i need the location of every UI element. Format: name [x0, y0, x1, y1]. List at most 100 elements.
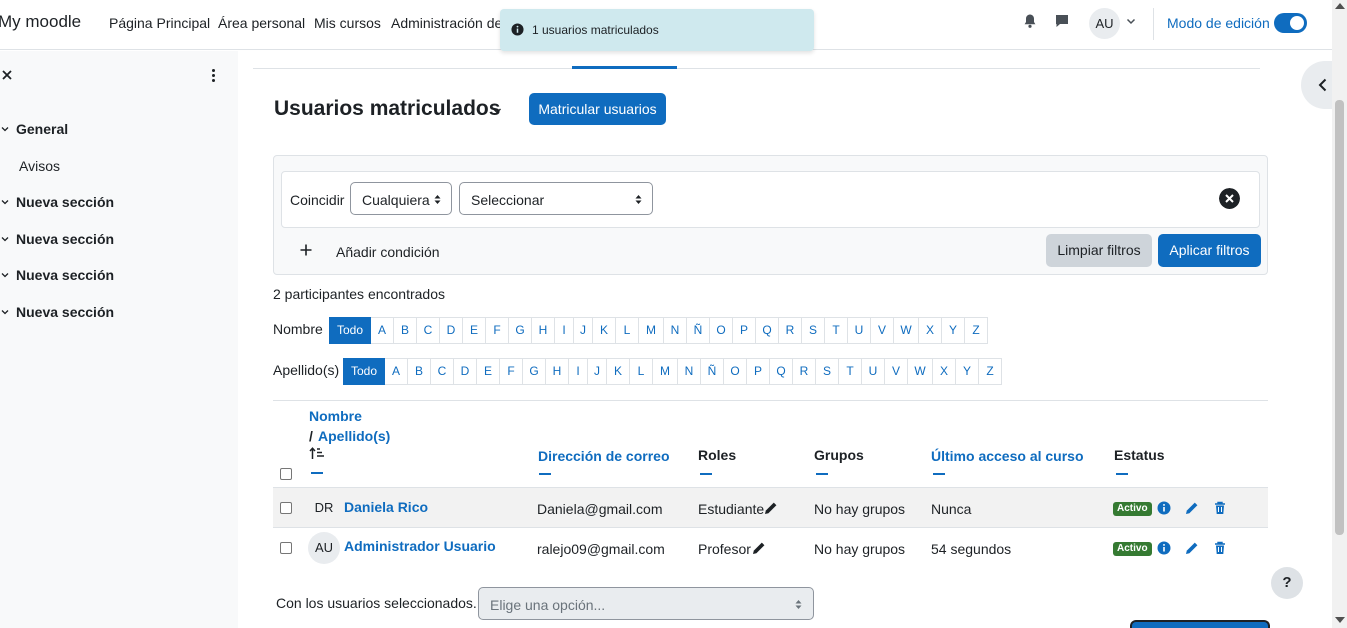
firstname-initial-h[interactable]: H: [532, 317, 555, 344]
firstname-initial-ñ[interactable]: Ñ: [687, 317, 710, 344]
lastname-initial-y[interactable]: Y: [956, 358, 979, 385]
bell-icon[interactable]: [1022, 13, 1038, 29]
lastname-initial-n[interactable]: N: [678, 358, 701, 385]
firstname-initial-y[interactable]: Y: [942, 317, 965, 344]
lastname-initial-k[interactable]: K: [607, 358, 630, 385]
firstname-initial-l[interactable]: L: [616, 317, 639, 344]
user-avatar[interactable]: AU: [1089, 8, 1120, 39]
collapse-column-icon[interactable]: [700, 473, 712, 475]
lastname-initial-u[interactable]: U: [862, 358, 885, 385]
firstname-initial-w[interactable]: W: [894, 317, 919, 344]
drawer-section-nueva-2[interactable]: Nueva sección: [16, 231, 114, 247]
edit-mode-label[interactable]: Modo de edición: [1167, 15, 1270, 31]
select-all-checkbox[interactable]: [280, 468, 292, 480]
firstname-initial-d[interactable]: D: [440, 317, 463, 344]
user-name-link[interactable]: Administrador Usuario: [344, 538, 496, 554]
lastname-initial-r[interactable]: R: [793, 358, 816, 385]
filter-type-select[interactable]: Seleccionar: [459, 182, 653, 215]
scroll-down-arrow[interactable]: [1335, 617, 1345, 623]
firstname-initial-all[interactable]: Todo: [329, 317, 371, 344]
firstname-initial-r[interactable]: R: [779, 317, 802, 344]
firstname-initial-n[interactable]: N: [664, 317, 687, 344]
lastname-initial-ñ[interactable]: Ñ: [701, 358, 724, 385]
sort-firstname-header[interactable]: Nombre: [309, 408, 362, 424]
edit-icon[interactable]: [1185, 541, 1199, 555]
lastname-initial-a[interactable]: A: [385, 358, 408, 385]
page-scrollbar[interactable]: [1332, 0, 1347, 628]
nav-link-home[interactable]: Página Principal: [109, 15, 210, 31]
trash-icon[interactable]: [1213, 501, 1227, 515]
lastname-initial-l[interactable]: L: [630, 358, 653, 385]
trash-icon[interactable]: [1213, 541, 1227, 555]
drawer-section-nueva-1[interactable]: Nueva sección: [16, 194, 114, 210]
site-brand[interactable]: My moodle: [0, 12, 81, 32]
lastname-initial-m[interactable]: M: [653, 358, 678, 385]
lastname-initial-i[interactable]: I: [569, 358, 588, 385]
nav-link-site-admin[interactable]: Administración de: [391, 15, 502, 31]
chevron-down-icon[interactable]: [492, 108, 502, 114]
scrollbar-thumb[interactable]: [1335, 100, 1344, 535]
chevron-down-icon[interactable]: [1, 271, 9, 279]
lastname-initial-x[interactable]: X: [933, 358, 956, 385]
chat-icon[interactable]: [1054, 13, 1070, 29]
sort-last-access-header[interactable]: Último acceso al curso: [931, 448, 1084, 464]
lastname-initial-h[interactable]: H: [546, 358, 569, 385]
firstname-initial-a[interactable]: A: [371, 317, 394, 344]
firstname-initial-v[interactable]: V: [871, 317, 894, 344]
help-button[interactable]: ?: [1271, 567, 1303, 599]
drawer-section-general[interactable]: General: [16, 121, 68, 137]
lastname-initial-c[interactable]: C: [431, 358, 454, 385]
collapse-column-icon[interactable]: [933, 473, 945, 475]
firstname-initial-x[interactable]: X: [919, 317, 942, 344]
enrol-users-button[interactable]: Matricular usuarios: [529, 93, 666, 125]
lastname-initial-z[interactable]: Z: [979, 358, 1002, 385]
lastname-initial-p[interactable]: P: [747, 358, 770, 385]
sort-lastname-header[interactable]: Apellido(s): [318, 428, 390, 444]
drawer-section-nueva-4[interactable]: Nueva sección: [16, 304, 114, 320]
lastname-initial-q[interactable]: Q: [770, 358, 793, 385]
firstname-initial-e[interactable]: E: [463, 317, 486, 344]
lastname-initial-e[interactable]: E: [477, 358, 500, 385]
firstname-initial-k[interactable]: K: [593, 317, 616, 344]
lastname-initial-b[interactable]: B: [408, 358, 431, 385]
info-icon[interactable]: [1157, 501, 1171, 515]
firstname-initial-t[interactable]: T: [825, 317, 848, 344]
lastname-initial-d[interactable]: D: [454, 358, 477, 385]
edit-mode-toggle[interactable]: [1274, 13, 1307, 33]
firstname-initial-q[interactable]: Q: [756, 317, 779, 344]
lastname-initial-v[interactable]: V: [885, 358, 908, 385]
firstname-initial-j[interactable]: J: [574, 317, 593, 344]
scroll-up-arrow[interactable]: [1335, 3, 1345, 9]
chevron-down-icon[interactable]: [1, 198, 9, 206]
firstname-initial-m[interactable]: M: [639, 317, 664, 344]
plus-icon[interactable]: [300, 244, 312, 256]
chevron-down-icon[interactable]: [1, 235, 9, 243]
lastname-initial-o[interactable]: O: [724, 358, 747, 385]
user-name-link[interactable]: Daniela Rico: [344, 499, 428, 515]
firstname-initial-u[interactable]: U: [848, 317, 871, 344]
pencil-icon[interactable]: [752, 541, 766, 555]
firstname-initial-c[interactable]: C: [417, 317, 440, 344]
sort-email-header[interactable]: Dirección de correo: [538, 448, 670, 464]
firstname-initial-i[interactable]: I: [555, 317, 574, 344]
bulk-action-select[interactable]: Elige una opción...: [478, 587, 814, 620]
more-options-icon[interactable]: [211, 68, 216, 83]
firstname-initial-o[interactable]: O: [710, 317, 733, 344]
collapse-column-icon[interactable]: [539, 473, 551, 475]
collapse-column-icon[interactable]: [816, 473, 828, 475]
nav-link-dashboard[interactable]: Área personal: [218, 15, 305, 31]
firstname-initial-s[interactable]: S: [802, 317, 825, 344]
lastname-initial-f[interactable]: F: [500, 358, 523, 385]
match-select[interactable]: Cualquiera: [350, 182, 452, 215]
clear-filters-button[interactable]: Limpiar filtros: [1046, 234, 1152, 267]
partial-button[interactable]: [1130, 620, 1270, 628]
chevron-down-icon[interactable]: [1, 308, 9, 316]
remove-condition-icon[interactable]: [1219, 188, 1240, 209]
lastname-initial-w[interactable]: W: [908, 358, 933, 385]
lastname-initial-j[interactable]: J: [588, 358, 607, 385]
chevron-down-icon[interactable]: [1125, 15, 1137, 27]
firstname-initial-f[interactable]: F: [486, 317, 509, 344]
lastname-initial-s[interactable]: S: [816, 358, 839, 385]
row-checkbox[interactable]: [280, 542, 292, 554]
drawer-item-avisos[interactable]: Avisos: [19, 158, 60, 174]
